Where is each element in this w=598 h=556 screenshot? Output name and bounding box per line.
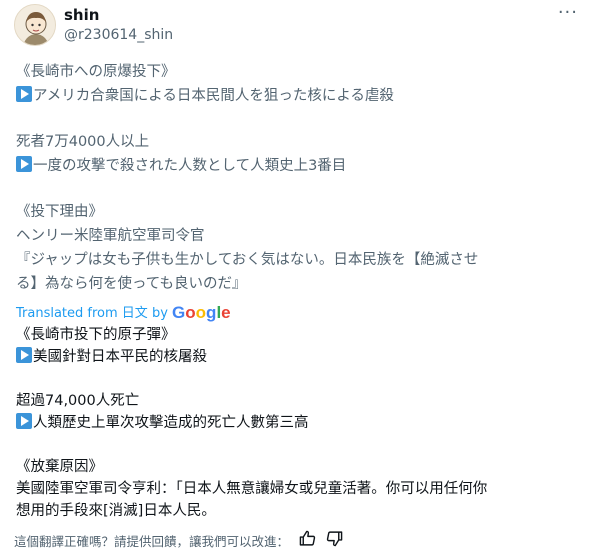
- translated-line-4: 人類歷史上單次攻擊造成的死亡人數第三高: [16, 412, 588, 434]
- translated-text: 《長崎市投下的原子彈》 美國針對日本平民的核屠殺 超過74,000人死亡 人類歷…: [16, 324, 588, 522]
- original-text: 《長崎市への原爆投下》 アメリカ合衆国による日本民間人を狙った核による虐殺 死者…: [16, 60, 588, 296]
- translated-line-2: 美國針對日本平民的核屠殺: [16, 346, 588, 368]
- translated-line-3: 超過74,000人死亡: [16, 393, 140, 409]
- google-logo: Google: [172, 303, 231, 322]
- source-language[interactable]: 日文: [122, 306, 148, 321]
- original-line-4: 一度の攻撃で殺された人数として人類史上3番目: [16, 154, 588, 178]
- display-name[interactable]: shin: [64, 6, 99, 24]
- original-line-8: る】為なら何を使っても良いのだ』: [16, 276, 247, 292]
- play-icon: [16, 413, 32, 429]
- avatar[interactable]: [14, 4, 56, 46]
- play-icon: [16, 156, 32, 172]
- thumbs-down-icon[interactable]: [326, 530, 343, 550]
- translated-line-7: 想用的手段來[消滅]日本人民。: [16, 503, 216, 519]
- more-options-icon[interactable]: ···: [558, 2, 578, 23]
- feedback-question: 這個翻譯正確嗎？請提供回饋，讓我們可以改進：: [14, 533, 290, 549]
- original-heading-2: 《投下理由》: [16, 204, 103, 220]
- original-line-6: ヘンリー米陸軍航空軍司令官: [16, 228, 205, 244]
- translated-line-6: 美國陸軍空軍司令亨利：「日本人無意讓婦女或兒童活著。你可以用任何你: [16, 481, 488, 497]
- original-line-3: 死者7万4000人以上: [16, 134, 150, 150]
- original-heading-1: 《長崎市への原爆投下》: [16, 64, 176, 80]
- original-line-2: アメリカ合衆国による日本民間人を狙った核による虐殺: [16, 84, 588, 108]
- translated-from-notice[interactable]: Translated from 日文 by Google: [16, 302, 231, 323]
- original-line-7: 『ジャップは女も子供も生かしておく気はない。日本民族を【絶滅させ: [16, 252, 479, 268]
- translated-heading-1: 《長崎市投下的原子彈》: [16, 327, 176, 343]
- user-handle[interactable]: @r230614_shin: [64, 27, 173, 43]
- play-icon: [16, 86, 32, 102]
- translated-heading-2: 《放棄原因》: [16, 459, 103, 475]
- translation-feedback: 這個翻譯正確嗎？請提供回饋，讓我們可以改進：: [14, 530, 343, 550]
- play-icon: [16, 347, 32, 363]
- thumbs-up-icon[interactable]: [299, 530, 316, 550]
